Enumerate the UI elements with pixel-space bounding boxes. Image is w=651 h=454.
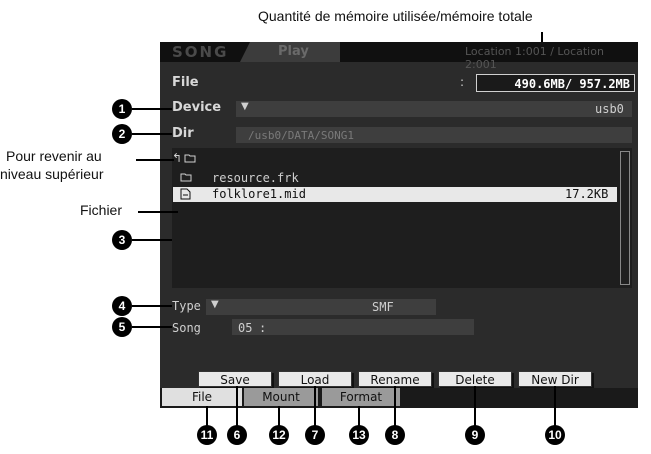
callout-7: 7 <box>305 425 325 445</box>
callout-8: 8 <box>385 425 405 445</box>
memory-usage: 490.6MB/ 957.2MB <box>476 74 635 92</box>
dir-path: /usb0/DATA/SONG1 <box>248 129 354 142</box>
delete-button[interactable]: Delete <box>438 371 512 387</box>
callout-8-line <box>394 386 396 426</box>
file-section-title: File <box>172 75 199 90</box>
callout-4: 4 <box>112 296 132 316</box>
play-tab[interactable]: Play <box>278 44 309 59</box>
mode-label: SONG <box>172 43 229 61</box>
song-colon: : <box>259 321 267 335</box>
callout-2: 2 <box>112 124 132 144</box>
memory-annotation: Quantité de mémoire utilisée/mémoire tot… <box>258 8 533 24</box>
tab-file[interactable]: File <box>162 388 242 406</box>
tab-format[interactable]: Format <box>322 388 400 406</box>
callout-10-line <box>554 386 556 426</box>
type-select[interactable] <box>206 299 436 315</box>
memory-colon: : <box>460 75 465 89</box>
list-item-file-name[interactable]: folklore1.mid <box>212 187 306 201</box>
device-value: usb0 <box>595 102 624 116</box>
callout-1: 1 <box>112 99 132 119</box>
callout-3: 3 <box>112 230 132 250</box>
callout-9-line <box>474 386 476 426</box>
type-label: Type <box>172 299 201 313</box>
callout-13-line <box>358 406 360 426</box>
device-label: Device <box>172 100 222 115</box>
dir-label: Dir <box>172 126 194 141</box>
callout-11: 11 <box>197 425 217 445</box>
list-item-file-size: 17.2KB <box>565 187 609 201</box>
save-button[interactable]: Save <box>198 371 272 387</box>
callout-6-line <box>236 386 238 426</box>
callout-6: 6 <box>227 425 247 445</box>
folder-icon <box>180 173 192 182</box>
callout-7-line <box>314 386 316 426</box>
callout-12-line <box>278 406 280 426</box>
file-annotation-line <box>138 211 178 213</box>
device-select[interactable] <box>236 101 632 117</box>
type-dropdown-icon[interactable]: ▼ <box>211 299 219 310</box>
parent-annotation-line <box>136 159 174 161</box>
load-button[interactable]: Load <box>278 371 352 387</box>
callout-1-line <box>132 108 172 110</box>
new-dir-button[interactable]: New Dir <box>518 371 592 387</box>
callout-10: 10 <box>545 425 565 445</box>
callout-12: 12 <box>269 425 289 445</box>
callout-5-line <box>132 326 172 328</box>
callout-5: 5 <box>112 317 132 337</box>
list-item-folder-name[interactable]: resource.frk <box>212 171 299 185</box>
parent-annotation-line2: niveau supérieur <box>0 166 104 182</box>
callout-9: 9 <box>465 425 485 445</box>
rename-button[interactable]: Rename <box>358 371 432 387</box>
type-value: SMF <box>372 300 394 314</box>
callout-4-line <box>132 305 172 307</box>
list-scrollbar[interactable] <box>620 151 630 285</box>
file-icon <box>180 188 191 200</box>
song-label: Song <box>172 321 201 335</box>
callout-3-line <box>132 239 172 241</box>
top-bar: SONG Play Location 1:001 / Location 2:00… <box>160 42 638 71</box>
parent-folder-icon[interactable] <box>184 153 196 163</box>
file-annotation: Fichier <box>80 202 123 218</box>
parent-annotation-line1: Pour revenir au <box>6 148 102 164</box>
parent-dir-icon[interactable]: ↰ <box>172 151 182 165</box>
file-list[interactable] <box>172 148 632 288</box>
location-readout: Location 1:001 / Location 2:001 <box>465 45 604 71</box>
song-field[interactable] <box>232 319 474 335</box>
tab-mount[interactable]: Mount <box>244 388 318 406</box>
callout-11-line <box>206 406 208 426</box>
song-number[interactable]: 05 <box>238 321 252 335</box>
callout-13: 13 <box>349 425 369 445</box>
device-dropdown-icon[interactable]: ▼ <box>241 101 249 112</box>
callout-2-line <box>132 133 172 135</box>
